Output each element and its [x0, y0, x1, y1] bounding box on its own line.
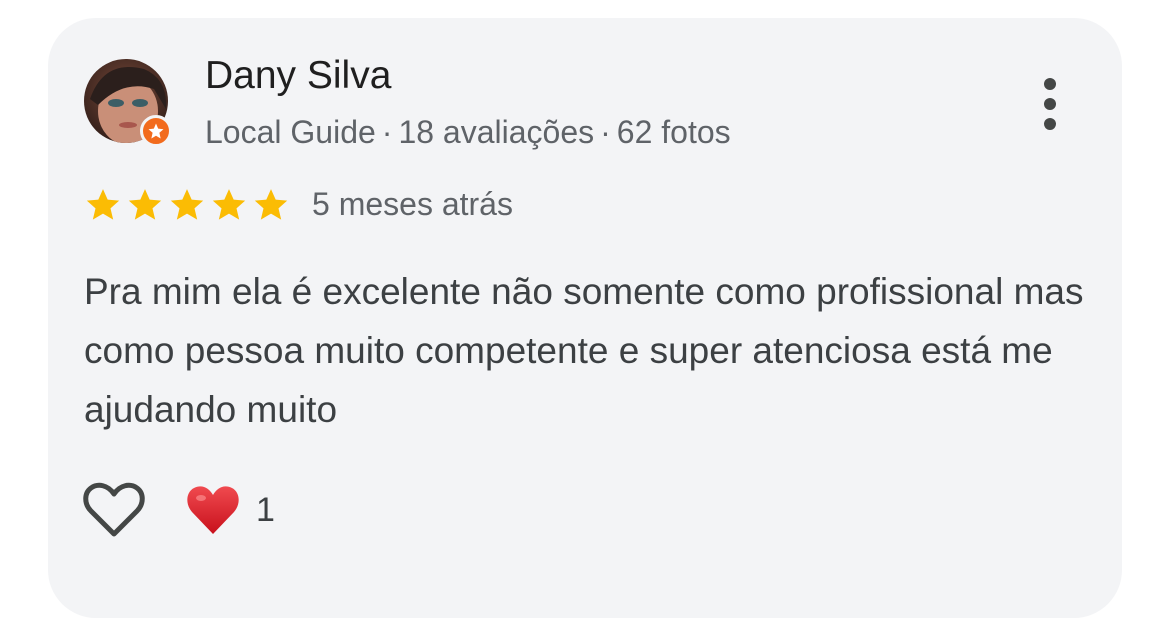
author-review-count: 18 avaliações: [398, 114, 595, 150]
star-icon: [86, 189, 120, 220]
author-meta: Local Guide · 18 avaliações · 62 fotos: [205, 112, 731, 152]
more-vert-icon: [1044, 78, 1056, 90]
author-photo-count: 62 fotos: [616, 114, 731, 150]
star-icon: [128, 189, 162, 220]
review-date: 5 meses atrás: [312, 186, 513, 222]
author-level: Local Guide: [205, 114, 376, 150]
heart-outline-icon: [83, 482, 145, 537]
star-rating: [83, 185, 291, 225]
star-icon: [170, 189, 204, 220]
more-vert-icon: [1044, 98, 1056, 110]
red-heart-icon: [187, 486, 239, 534]
meta-separator: ·: [381, 114, 393, 150]
meta-separator: ·: [600, 114, 611, 150]
like-button[interactable]: [82, 480, 146, 540]
local-guide-badge-icon: [140, 115, 172, 147]
star-icon: [254, 189, 288, 220]
author-avatar[interactable]: [84, 59, 172, 147]
author-name[interactable]: Dany Silva: [205, 54, 391, 98]
reaction-summary[interactable]: 1: [186, 482, 275, 538]
more-vert-icon: [1044, 118, 1056, 130]
star-icon: [212, 189, 246, 220]
more-options-button[interactable]: [1030, 72, 1070, 136]
review-text: Pra mim ela é excelente não somente como…: [84, 271, 1084, 430]
reaction-count: 1: [256, 491, 275, 529]
